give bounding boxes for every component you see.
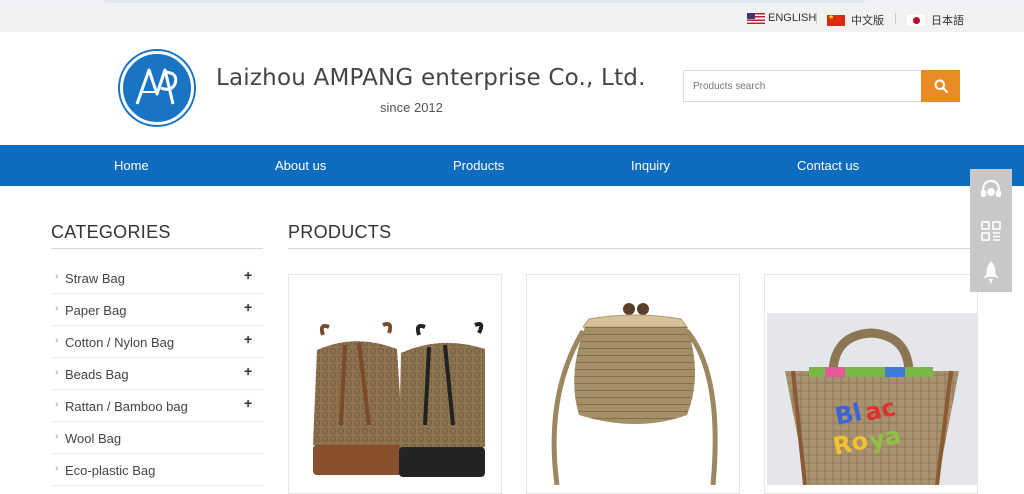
language-bar: ENGLISH 中文版 日本語 [0,4,1024,32]
nav-products[interactable]: Products [453,158,504,173]
language-english-link[interactable]: ENGLISH [747,12,816,24]
chevron-right-icon: › [55,335,59,346]
language-japanese-label: 日本語 [931,15,964,27]
category-straw-bag[interactable]: › Straw Bag + [51,262,263,294]
chevron-right-icon: › [55,399,59,410]
headset-icon [981,179,1001,197]
qr-code-button[interactable] [970,210,1012,251]
nav-contact-us[interactable]: Contact us [797,158,859,173]
category-label: Paper Bag [65,303,127,318]
products-title: PRODUCTS [288,222,392,242]
product-card[interactable] [526,274,740,494]
language-chinese-label: 中文版 [851,15,884,27]
company-name: Laizhou AMPANG enterprise Co., Ltd. [216,65,646,91]
chevron-right-icon: › [55,463,59,474]
logo-monogram-icon [135,68,178,105]
category-label: Rattan / Bamboo bag [65,399,188,414]
nav-about-us[interactable]: About us [275,158,326,173]
category-wool-bag[interactable]: › Wool Bag [51,422,263,454]
chevron-right-icon: › [55,431,59,442]
category-label: Cotton / Nylon Bag [65,335,175,350]
japan-flag-icon [907,14,925,26]
products-divider [288,248,976,249]
category-label: Wool Bag [65,431,122,446]
category-label: Eco-plastic Bag [65,463,156,478]
qr-code-icon [981,220,1001,241]
floating-tools [970,169,1012,292]
customer-service-button[interactable] [970,169,1012,210]
category-rattan-bamboo-bag[interactable]: › Rattan / Bamboo bag + [51,390,263,422]
expand-plus-icon[interactable]: + [244,395,252,411]
company-since: since 2012 [380,100,443,115]
product-card[interactable] [288,274,502,494]
nav-home[interactable]: Home [114,158,149,173]
expand-plus-icon[interactable]: + [244,331,252,347]
language-japanese-link[interactable]: 日本語 [907,12,964,28]
search-icon [934,79,948,93]
expand-plus-icon[interactable]: + [244,299,252,315]
categories-title: CATEGORIES [51,222,171,242]
chevron-right-icon: › [55,271,59,282]
category-eco-plastic-bag[interactable]: › Eco-plastic Bag [51,454,263,486]
straw-tote-embroidered-bag-image: Bl ac Ro ya [767,313,977,486]
nav-inquiry[interactable]: Inquiry [631,158,670,173]
category-beads-bag[interactable]: › Beads Bag + [51,358,263,390]
search-button[interactable] [921,70,960,102]
category-label: Straw Bag [65,271,125,286]
language-chinese-link[interactable]: 中文版 [827,12,884,28]
company-logo[interactable] [120,51,194,125]
back-to-top-button[interactable] [970,251,1012,292]
chevron-right-icon: › [55,367,59,378]
language-divider [816,13,817,24]
language-divider [895,13,896,24]
rocket-icon [983,260,999,284]
chevron-right-icon: › [55,303,59,314]
straw-clutch-shoulder-bag-image [551,303,718,486]
language-english-label: ENGLISH [768,12,817,24]
expand-plus-icon[interactable]: + [244,267,252,283]
straw-bucket-bags-image [313,322,485,477]
category-paper-bag[interactable]: › Paper Bag + [51,294,263,326]
product-card[interactable]: Bl ac Ro ya [764,274,978,494]
categories-divider [51,248,263,249]
expand-plus-icon[interactable]: + [244,363,252,379]
site-header: Laizhou AMPANG enterprise Co., Ltd. sinc… [0,32,1024,145]
main-navigation: Home About us Products Inquiry Contact u… [0,145,1024,186]
us-flag-icon [747,12,765,24]
category-cotton-nylon-bag[interactable]: › Cotton / Nylon Bag + [51,326,263,358]
products-search-input[interactable] [683,70,922,102]
china-flag-icon [827,13,845,26]
category-label: Beads Bag [65,367,129,382]
